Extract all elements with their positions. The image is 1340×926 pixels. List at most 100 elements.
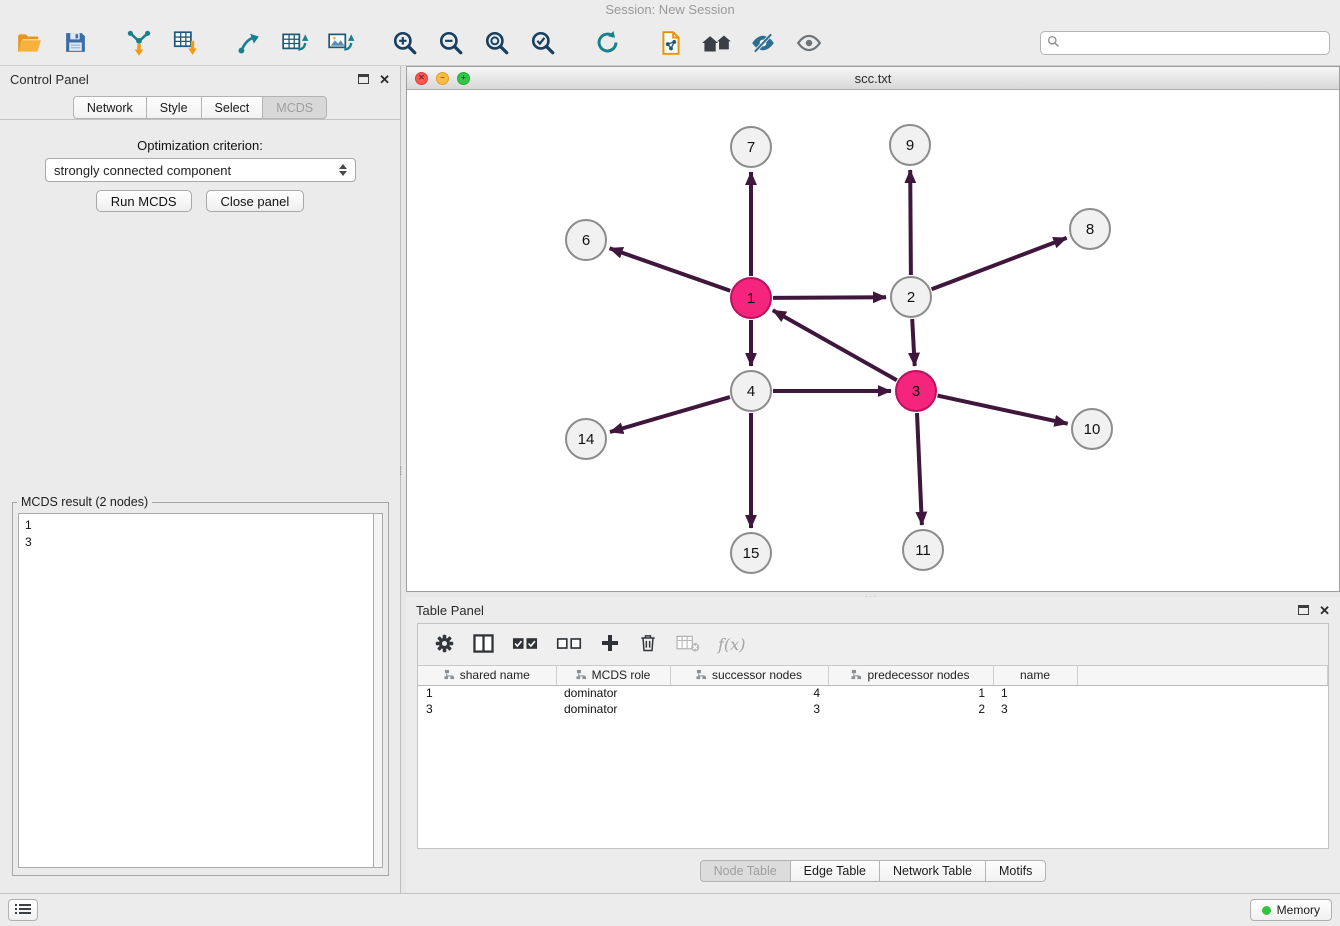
import-table-button[interactable]	[166, 25, 204, 61]
column-header-name[interactable]: name	[993, 666, 1077, 685]
search-input[interactable]	[1065, 36, 1323, 50]
tab-network-table[interactable]: Network Table	[879, 860, 986, 882]
edge-3-to-10[interactable]	[938, 396, 1068, 424]
cell-mcds-role[interactable]: dominator	[556, 685, 670, 701]
close-table-panel-icon[interactable]: ✕	[1319, 604, 1330, 617]
home-button[interactable]	[698, 25, 736, 61]
network-window-titlebar[interactable]: ✕ − + scc.txt	[407, 67, 1339, 90]
tab-style[interactable]: Style	[146, 96, 202, 119]
edge-1-to-2[interactable]	[773, 297, 886, 298]
node-7[interactable]: 7	[731, 127, 771, 167]
function-builder-button[interactable]: f(x)	[718, 630, 745, 660]
table-toolbar: f(x)	[418, 624, 1328, 666]
memory-button[interactable]: Memory	[1250, 899, 1332, 921]
node-11[interactable]: 11	[903, 530, 943, 570]
cell-name[interactable]: 3	[993, 701, 1077, 717]
tab-edge-table[interactable]: Edge Table	[790, 860, 880, 882]
tab-network[interactable]: Network	[73, 96, 147, 119]
criterion-dropdown[interactable]: strongly connected component	[45, 158, 356, 182]
result-item[interactable]: 1	[25, 517, 367, 534]
zoom-out-button[interactable]	[432, 25, 470, 61]
column-visibility-button[interactable]	[473, 630, 494, 660]
cell-mcds-role[interactable]: dominator	[556, 701, 670, 717]
network-file-icon	[658, 30, 684, 56]
add-row-button[interactable]	[600, 630, 620, 660]
node-1[interactable]: 1	[731, 278, 771, 318]
refresh-icon	[594, 29, 621, 56]
tab-mcds[interactable]: MCDS	[262, 96, 327, 119]
export-image-button[interactable]	[322, 25, 360, 61]
node-9[interactable]: 9	[890, 125, 930, 165]
layout-group	[588, 25, 626, 61]
column-header-successor-nodes[interactable]: successor nodes	[670, 666, 828, 685]
edge-2-to-3[interactable]	[912, 319, 915, 366]
tab-select[interactable]: Select	[201, 96, 264, 119]
column-header-shared-name[interactable]: shared name	[418, 666, 556, 685]
zoom-selected-button[interactable]	[524, 25, 562, 61]
show-hide-button[interactable]	[790, 25, 828, 61]
column-header-mcds-role[interactable]: MCDS role	[556, 666, 670, 685]
float-table-panel-icon[interactable]	[1298, 605, 1309, 615]
export-network-button[interactable]	[230, 25, 268, 61]
eye-icon	[796, 30, 822, 56]
save-session-button[interactable]	[56, 25, 94, 61]
table-row[interactable]: 3 dominator 3 2 3	[418, 701, 1328, 717]
deselect-all-button[interactable]	[556, 630, 582, 660]
export-table-button[interactable]	[276, 25, 314, 61]
zoom-selected-icon	[530, 30, 556, 56]
optimization-criterion-label: Optimization criterion:	[0, 138, 400, 153]
export-image-icon	[327, 30, 355, 56]
edge-3-to-11[interactable]	[917, 413, 922, 525]
node-3[interactable]: 3	[896, 371, 936, 411]
node-2[interactable]: 2	[891, 277, 931, 317]
cell-shared-name[interactable]: 1	[418, 685, 556, 701]
result-item[interactable]: 3	[25, 534, 367, 551]
memory-status-icon	[1262, 906, 1271, 915]
mcds-result-list[interactable]: 1 3	[18, 513, 374, 868]
table-row[interactable]: 1 dominator 4 1 1	[418, 685, 1328, 701]
close-panel-button[interactable]: Close panel	[206, 190, 305, 212]
import-network-icon	[126, 29, 152, 57]
result-scrollbar[interactable]	[374, 513, 383, 868]
node-8[interactable]: 8	[1070, 209, 1110, 249]
cell-name[interactable]: 1	[993, 685, 1077, 701]
cell-successor-nodes[interactable]: 3	[670, 701, 828, 717]
network-view-window: ✕ − + scc.txt 7 9 6 8 1 2 4 3 14 10 15 11	[406, 66, 1340, 592]
task-history-button[interactable]	[8, 899, 38, 921]
node-4[interactable]: 4	[731, 371, 771, 411]
network-window-title: scc.txt	[407, 71, 1339, 86]
list-icon	[15, 903, 31, 918]
cell-shared-name[interactable]: 3	[418, 701, 556, 717]
cell-predecessor-nodes[interactable]: 1	[828, 685, 993, 701]
apply-layout-button[interactable]	[588, 25, 626, 61]
import-network-button[interactable]	[120, 25, 158, 61]
edge-2-to-8[interactable]	[932, 238, 1067, 289]
tab-motifs[interactable]: Motifs	[985, 860, 1046, 882]
node-10[interactable]: 10	[1072, 409, 1112, 449]
cell-predecessor-nodes[interactable]: 2	[828, 701, 993, 717]
zoom-fit-button[interactable]	[478, 25, 516, 61]
network-graph-canvas[interactable]: 7 9 6 8 1 2 4 3 14 10 15 11	[407, 90, 1339, 591]
select-all-button[interactable]	[512, 630, 538, 660]
zoom-in-button[interactable]	[386, 25, 424, 61]
node-14[interactable]: 14	[566, 419, 606, 459]
edge-2-to-9[interactable]	[910, 170, 911, 275]
run-mcds-button[interactable]: Run MCDS	[96, 190, 192, 212]
delete-row-button[interactable]	[638, 630, 658, 660]
delete-column-button[interactable]	[676, 630, 700, 660]
column-header-filler	[1077, 666, 1328, 685]
node-6[interactable]: 6	[566, 220, 606, 260]
cell-successor-nodes[interactable]: 4	[670, 685, 828, 701]
open-session-button[interactable]	[10, 25, 48, 61]
edge-1-to-6[interactable]	[610, 248, 731, 290]
edge-3-to-1[interactable]	[773, 310, 897, 380]
tab-node-table[interactable]: Node Table	[700, 860, 791, 882]
column-header-predecessor-nodes[interactable]: predecessor nodes	[828, 666, 993, 685]
node-15[interactable]: 15	[731, 533, 771, 573]
table-settings-button[interactable]	[434, 630, 455, 660]
edge-4-to-14[interactable]	[610, 397, 730, 432]
close-control-panel-icon[interactable]: ✕	[379, 73, 390, 86]
float-panel-icon[interactable]	[358, 74, 369, 84]
style-toggle-button[interactable]	[744, 25, 782, 61]
network-file-button[interactable]	[652, 25, 690, 61]
